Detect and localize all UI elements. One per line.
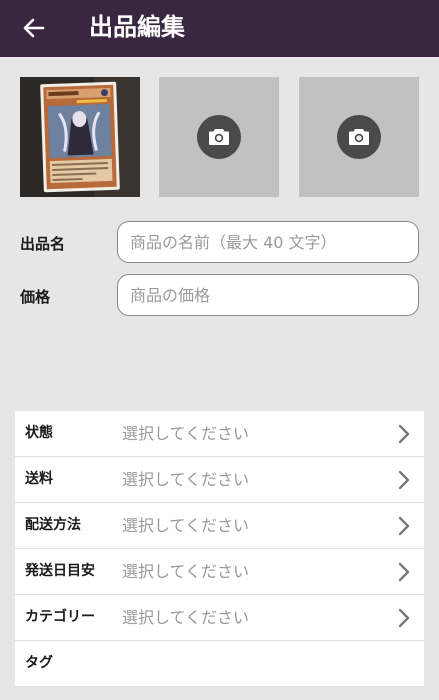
chevron-right-icon xyxy=(398,424,410,444)
setting-row-tag[interactable]: タグ xyxy=(15,641,424,686)
item-name-input[interactable] xyxy=(117,221,419,263)
camera-button[interactable] xyxy=(197,115,241,159)
setting-row-condition[interactable]: 状態 選択してください xyxy=(15,411,424,457)
chevron-right-icon xyxy=(398,470,410,490)
chevron-right-icon xyxy=(398,562,410,582)
setting-row-category[interactable]: カテゴリー 選択してください xyxy=(15,595,424,641)
row-value: 選択してください xyxy=(122,608,250,627)
row-label: 配送方法 xyxy=(25,517,81,533)
row-value: 選択してください xyxy=(122,424,250,443)
price-input[interactable] xyxy=(117,274,419,316)
price-label: 価格 xyxy=(20,288,51,306)
row-label: 発送日目安 xyxy=(25,563,95,579)
chevron-right-icon xyxy=(398,608,410,628)
row-label: 送料 xyxy=(25,471,53,487)
row-label: カテゴリー xyxy=(25,609,95,625)
setting-row-shipping-method[interactable]: 配送方法 選択してください xyxy=(15,503,424,549)
row-value: 選択してください xyxy=(122,562,250,581)
row-value: 選択してください xyxy=(122,516,250,535)
photo-slot-3[interactable] xyxy=(299,77,419,197)
arrow-left-icon xyxy=(23,18,45,38)
setting-row-shipping-fee[interactable]: 送料 選択してください xyxy=(15,457,424,503)
camera-icon xyxy=(209,129,229,145)
settings-list: 状態 選択してください 送料 選択してください 配送方法 選択してください 発送… xyxy=(15,411,424,686)
photo-slot-1[interactable] xyxy=(20,77,140,197)
camera-button[interactable] xyxy=(337,115,381,159)
setting-row-ship-date[interactable]: 発送日目安 選択してください xyxy=(15,549,424,595)
chevron-right-icon xyxy=(398,516,410,536)
back-button[interactable] xyxy=(18,12,50,44)
photo-slots xyxy=(20,77,419,197)
camera-icon xyxy=(349,129,369,145)
trading-card-photo xyxy=(20,77,140,197)
row-label: タグ xyxy=(25,655,53,671)
page-title: 出品編集 xyxy=(89,13,185,41)
photo-slot-2[interactable] xyxy=(159,77,279,197)
row-value: 選択してください xyxy=(122,470,250,489)
item-name-label: 出品名 xyxy=(20,235,66,253)
row-label: 状態 xyxy=(25,425,53,441)
app-header: 出品編集 xyxy=(0,0,439,57)
